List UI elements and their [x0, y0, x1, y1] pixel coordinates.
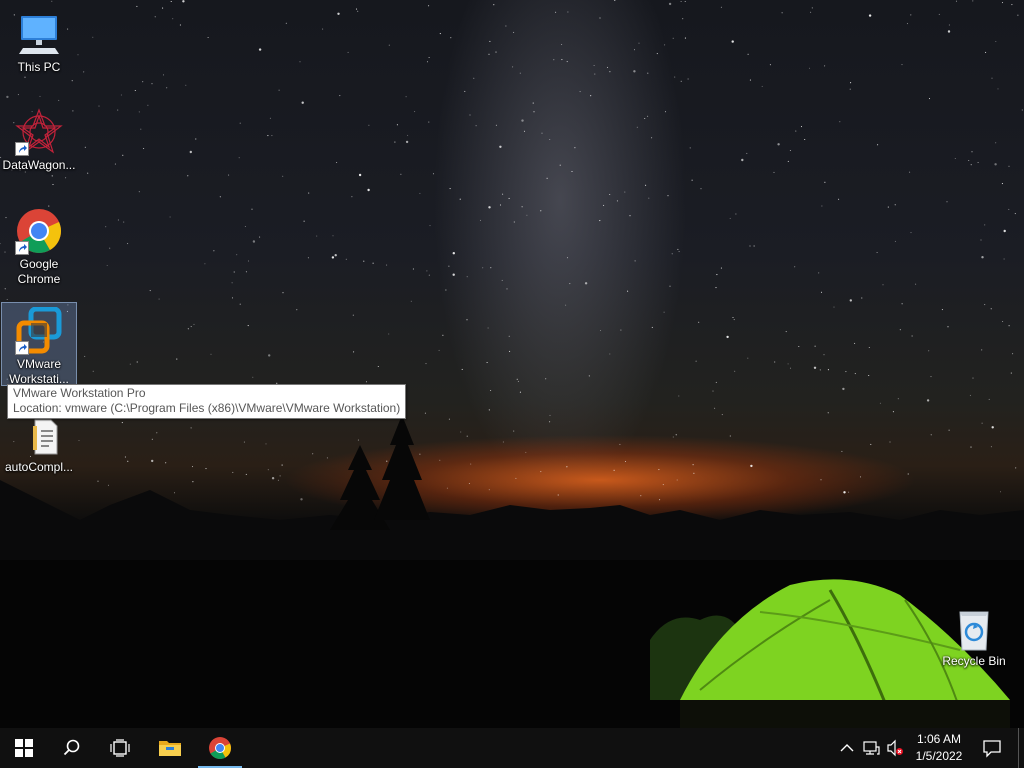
clock-time: 1:06 AM [916, 732, 962, 746]
windows-logo-icon [15, 739, 33, 757]
desktop-icon-vmware-workstation[interactable]: VMware Workstati... [1, 302, 77, 386]
shortcut-arrow-icon [15, 241, 29, 255]
tooltip-title: VMware Workstation Pro [13, 386, 146, 400]
desktop-icon-datawagon[interactable]: DataWagon... [1, 104, 77, 173]
show-desktop-button[interactable] [1018, 728, 1024, 768]
recycle-bin-icon [950, 604, 998, 652]
task-view-button[interactable] [96, 728, 144, 768]
taskbar-clock[interactable]: 1:06 AM 1/5/2022 [908, 731, 970, 765]
tooltip-location: Location: vmware (C:\Program Files (x86)… [13, 401, 401, 415]
file-explorer-button[interactable] [146, 728, 194, 768]
volume-muted-icon[interactable] [886, 739, 904, 757]
shortcut-arrow-icon [15, 341, 29, 355]
desktop-icon-label: This PC [17, 60, 61, 74]
desktop-background[interactable]: This PC DataWagon... Google Chrome VMwar… [0, 0, 1024, 728]
task-view-icon [110, 739, 130, 757]
chrome-icon [209, 737, 231, 759]
desktop-icon-label: Recycle Bin [942, 654, 1006, 668]
folder-icon [159, 741, 181, 756]
network-icon[interactable] [862, 739, 880, 757]
desktop-icon-this-pc[interactable]: This PC [1, 6, 77, 75]
landscape-silhouette [0, 415, 1024, 728]
chevron-up-icon[interactable] [838, 739, 856, 757]
desktop-icon-label: DataWagon... [2, 158, 76, 172]
desktop-icon-recycle-bin[interactable]: Recycle Bin [936, 600, 1012, 669]
vmware-tooltip: VMware Workstation Pro Location: vmware … [7, 384, 407, 419]
desktop-icon-label: VMware Workstati... [9, 357, 69, 386]
desktop-icon-label: autoCompl... [4, 460, 74, 474]
notification-icon[interactable] [982, 738, 1002, 758]
desktop-icon-label: Google Chrome [17, 257, 61, 286]
chrome-taskbar-button[interactable] [196, 728, 244, 768]
search-icon [63, 739, 80, 756]
search-button[interactable] [48, 728, 96, 768]
vmware-icon [15, 306, 63, 355]
datawagon-icon [15, 108, 63, 156]
shortcut-arrow-icon [15, 142, 29, 156]
clock-date: 1/5/2022 [915, 749, 963, 763]
chrome-icon [15, 207, 63, 255]
desktop-icon-google-chrome[interactable]: Google Chrome [1, 203, 77, 287]
taskbar: 1:06 AM 1/5/2022 [0, 728, 1024, 768]
start-button[interactable] [0, 728, 48, 768]
computer-icon [15, 10, 63, 58]
